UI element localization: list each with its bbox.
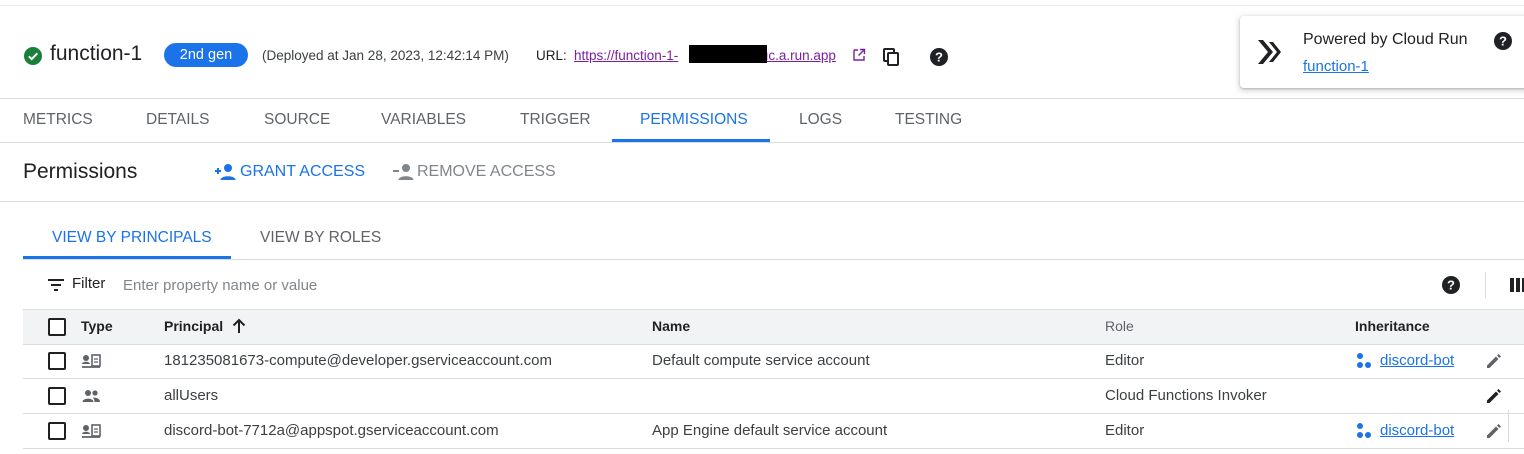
header-divider	[0, 98, 1524, 99]
service-account-icon	[81, 422, 101, 440]
row-actions-divider	[1508, 410, 1509, 442]
permissions-title: Permissions	[23, 160, 138, 183]
function-title: function-1	[50, 42, 143, 65]
tabs-divider	[0, 142, 1524, 143]
project-hierarchy-icon	[1355, 352, 1373, 370]
tab-variables[interactable]: VARIABLES	[381, 111, 466, 129]
tab-permissions[interactable]: PERMISSIONS	[640, 111, 748, 129]
cloud-run-logo-icon	[1256, 36, 1288, 68]
principal-cell: discord-bot-7712a@appspot.gserviceaccoun…	[164, 422, 499, 439]
url-label: URL:	[536, 48, 567, 63]
permissions-divider	[0, 201, 1524, 202]
url-suffix: -uc.a.run.app	[756, 48, 836, 63]
tab-testing[interactable]: TESTING	[895, 111, 962, 129]
grant-access-button[interactable]: GRANT ACCESS	[240, 163, 365, 181]
principal-cell: 181235081673-compute@developer.gservicea…	[164, 352, 552, 369]
table-row	[23, 378, 1524, 414]
row-checkbox[interactable]	[48, 387, 66, 405]
column-header-type[interactable]: Type	[81, 318, 113, 334]
help-icon[interactable]: ?	[929, 47, 949, 67]
inheritance-link[interactable]: discord-bot	[1380, 422, 1454, 439]
deployed-timestamp: (Deployed at Jan 28, 2023, 12:42:14 PM)	[262, 48, 509, 63]
view-tabs-divider	[23, 259, 1524, 260]
tab-metrics[interactable]: METRICS	[23, 111, 93, 129]
table-header	[23, 309, 1524, 345]
filter-input[interactable]	[123, 274, 1023, 296]
tab-view-by-principals[interactable]: VIEW BY PRINCIPALS	[52, 229, 212, 247]
top-divider	[0, 5, 1524, 6]
cloud-run-help-icon[interactable]: ?	[1493, 31, 1513, 51]
copy-icon[interactable]	[881, 47, 901, 67]
check-circle-icon	[24, 47, 42, 65]
person-remove-icon[interactable]	[392, 162, 414, 182]
role-cell: Editor	[1105, 352, 1145, 369]
filter-label: Filter	[72, 275, 106, 292]
gen-badge: 2nd gen	[164, 43, 248, 67]
inheritance-link[interactable]: discord-bot	[1380, 352, 1454, 369]
principal-cell: allUsers	[164, 387, 219, 404]
role-cell: Cloud Functions Invoker	[1105, 387, 1267, 404]
column-display-icon[interactable]	[1509, 276, 1524, 294]
filter-help-icon[interactable]: ?	[1441, 275, 1461, 295]
tab-details[interactable]: DETAILS	[146, 111, 209, 129]
column-header-name[interactable]: Name	[652, 318, 690, 334]
column-header-principal[interactable]: Principal	[164, 318, 223, 334]
column-header-inheritance[interactable]: Inheritance	[1355, 318, 1430, 334]
remove-access-button[interactable]: REMOVE ACCESS	[417, 163, 556, 181]
tab-view-by-roles[interactable]: VIEW BY ROLES	[260, 229, 381, 247]
svg-text:?: ?	[1447, 278, 1455, 293]
group-icon	[81, 387, 101, 405]
tab-trigger[interactable]: TRIGGER	[520, 111, 591, 129]
powered-by-cloud-run: Powered by Cloud Run	[1303, 31, 1468, 48]
edit-icon[interactable]	[1484, 386, 1504, 406]
arrow-upward-icon[interactable]	[230, 317, 248, 335]
cloud-run-service-link[interactable]: function-1	[1303, 58, 1369, 75]
row-checkbox[interactable]	[48, 352, 66, 370]
edit-icon[interactable]	[1484, 421, 1504, 441]
select-all-checkbox[interactable]	[48, 318, 66, 336]
tab-source[interactable]: SOURCE	[264, 111, 330, 129]
open-in-new-icon[interactable]	[852, 48, 866, 62]
name-cell: Default compute service account	[652, 352, 870, 369]
column-header-role: Role	[1105, 318, 1134, 334]
edit-icon[interactable]	[1484, 351, 1504, 371]
project-hierarchy-icon	[1355, 422, 1373, 440]
svg-text:?: ?	[1499, 34, 1507, 49]
svg-text:?: ?	[935, 50, 943, 65]
name-cell: App Engine default service account	[652, 422, 888, 439]
row-checkbox[interactable]	[48, 422, 66, 440]
url-prefix: https://function-1-	[574, 48, 679, 63]
person-add-icon[interactable]	[214, 162, 236, 182]
filter-divider	[1485, 272, 1486, 298]
tab-logs[interactable]: LOGS	[799, 111, 842, 129]
filter-icon[interactable]	[47, 277, 65, 293]
service-account-icon	[81, 352, 101, 370]
redaction-block	[689, 45, 767, 63]
role-cell: Editor	[1105, 422, 1145, 439]
